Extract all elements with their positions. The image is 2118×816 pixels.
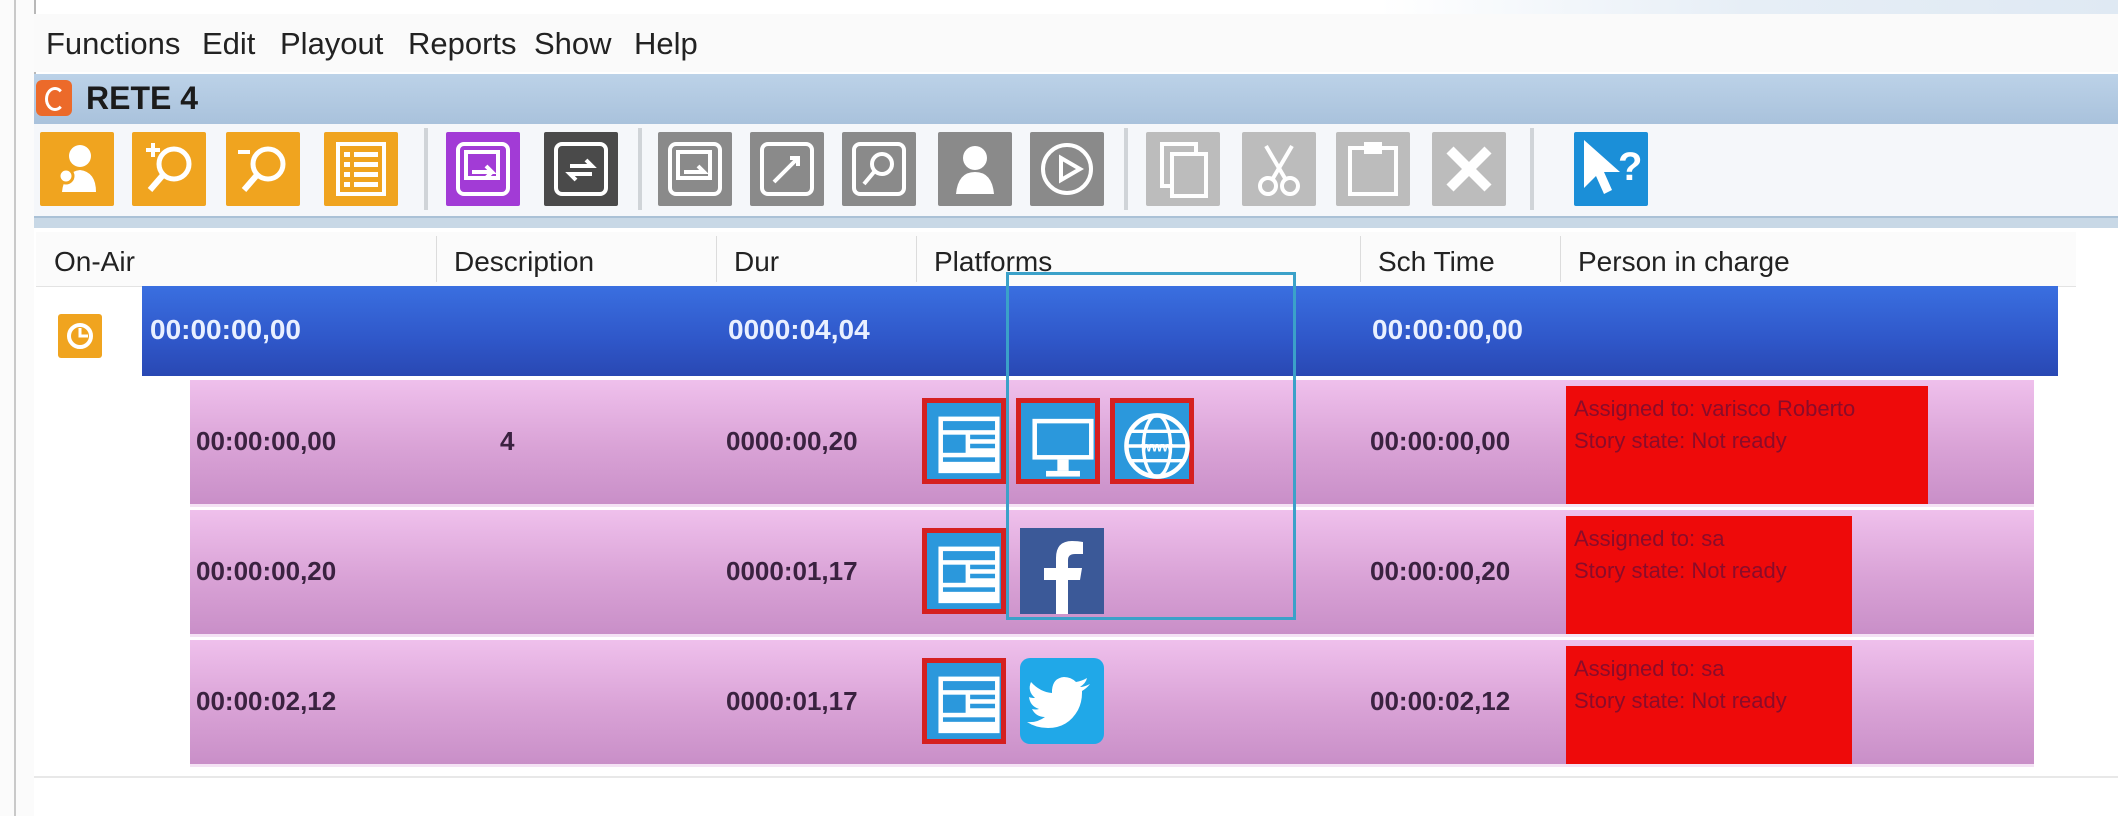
table-row[interactable]: 00:00:02,12 0000:01,17 00:00:02,12 Assig… [190, 640, 2034, 767]
user-pin-button[interactable] [40, 132, 114, 206]
person-status-badge: Assigned to: sa Story state: Not ready [1566, 646, 1852, 764]
decorative-band [1380, 0, 2118, 14]
edit-link-button[interactable] [750, 132, 824, 206]
window-title: RETE 4 [86, 80, 199, 116]
group-dur: 0000:04,04 [728, 314, 870, 345]
frame-line [14, 0, 16, 816]
list-button[interactable] [324, 132, 398, 206]
help-pointer-button[interactable]: ? [1574, 132, 1648, 206]
menu-edit[interactable]: Edit [202, 26, 255, 62]
header-separator [1560, 236, 1561, 282]
header-separator [716, 236, 717, 282]
person-status-badge: Assigned to: varisco Roberto Story state… [1566, 386, 1928, 504]
list-icon [336, 142, 386, 196]
search-button[interactable] [226, 132, 300, 206]
row-on-air: 00:00:02,12 [196, 686, 337, 716]
menu-show[interactable]: Show [534, 26, 612, 62]
col-header-sch-time[interactable]: Sch Time [1378, 246, 1495, 278]
delete-button[interactable] [1432, 132, 1506, 206]
edit-link-icon [760, 142, 814, 196]
group-on-air: 00:00:00,00 [150, 314, 302, 345]
transfer-icon [668, 142, 722, 196]
person-icon [956, 146, 994, 194]
toolbar-separator [1530, 128, 1534, 210]
col-header-description[interactable]: Description [454, 246, 594, 278]
help-pointer-icon: ? [1584, 140, 1642, 194]
person-status-badge: Assigned to: sa Story state: Not ready [1566, 516, 1852, 634]
menu-help[interactable]: Help [634, 26, 698, 62]
transfer-button[interactable] [658, 132, 732, 206]
col-header-on-air[interactable]: On-Air [54, 246, 135, 278]
toolbar: ? [34, 124, 2118, 216]
row-dur: 0000:01,17 [726, 556, 858, 586]
cut-icon [1258, 144, 1300, 196]
row-dur: 0000:00,20 [726, 426, 858, 456]
assigned-text: Assigned to: sa [1574, 526, 1725, 551]
assigned-text: Assigned to: varisco Roberto [1574, 396, 1856, 421]
app-logo-icon [36, 80, 72, 116]
document-search-button[interactable] [842, 132, 916, 206]
toolbar-separator [1124, 128, 1128, 210]
play-icon [1041, 143, 1093, 195]
paste-button[interactable] [1336, 132, 1410, 206]
add-search-icon [146, 143, 192, 192]
bottom-divider [34, 776, 2118, 778]
menu-reports[interactable]: Reports [408, 26, 517, 62]
cut-button[interactable] [1242, 132, 1316, 206]
copy-icon [1160, 142, 1208, 198]
delete-icon [1446, 146, 1492, 192]
web-page-icon[interactable] [922, 528, 1006, 614]
menu-functions[interactable]: Functions [46, 26, 180, 62]
toolbar-separator [638, 128, 642, 210]
add-search-button[interactable] [132, 132, 206, 206]
header-separator [916, 236, 917, 282]
user-pin-icon [57, 145, 96, 192]
row-sch-time: 00:00:00,00 [1370, 426, 1511, 456]
menu-bar: Functions Edit Playout Reports Show Help [34, 14, 2118, 72]
document-search-icon [852, 142, 906, 196]
header-separator [436, 236, 437, 282]
row-dur: 0000:01,17 [726, 686, 858, 716]
row-on-air: 00:00:00,00 [196, 426, 337, 456]
row-sch-time: 00:00:02,12 [1370, 686, 1511, 716]
twitter-icon[interactable] [1020, 658, 1104, 744]
web-page-icon[interactable] [922, 658, 1006, 744]
row-sch-time: 00:00:00,20 [1370, 556, 1511, 586]
assigned-text: Assigned to: sa [1574, 656, 1725, 681]
menu-playout[interactable]: Playout [280, 26, 383, 62]
header-separator [1360, 236, 1361, 282]
toolbar-separator [424, 128, 428, 210]
group-sch-time: 00:00:00,00 [1372, 314, 1524, 345]
platforms-highlight-box [1006, 272, 1296, 620]
window-left-frame [0, 0, 36, 816]
svg-text:?: ? [1618, 145, 1642, 189]
web-page-icon[interactable] [922, 398, 1006, 484]
row-on-air: 00:00:00,20 [196, 556, 337, 586]
group-expand-icon[interactable] [58, 314, 102, 358]
row-description: 4 [500, 426, 515, 456]
search-icon [238, 146, 286, 192]
refresh-box-button[interactable] [544, 132, 618, 206]
play-button[interactable] [1030, 132, 1104, 206]
col-header-person[interactable]: Person in charge [1578, 246, 1790, 278]
story-state-text: Story state: Not ready [1574, 558, 1787, 583]
paste-icon [1348, 142, 1398, 196]
story-state-text: Story state: Not ready [1574, 688, 1787, 713]
purple-transfer-icon [456, 142, 510, 196]
window-titlebar: RETE 4 [34, 74, 2118, 124]
col-header-dur[interactable]: Dur [734, 246, 779, 278]
story-state-text: Story state: Not ready [1574, 428, 1787, 453]
person-button[interactable] [938, 132, 1012, 206]
purple-transfer-button[interactable] [446, 132, 520, 206]
copy-button[interactable] [1146, 132, 1220, 206]
refresh-box-icon [554, 142, 608, 196]
